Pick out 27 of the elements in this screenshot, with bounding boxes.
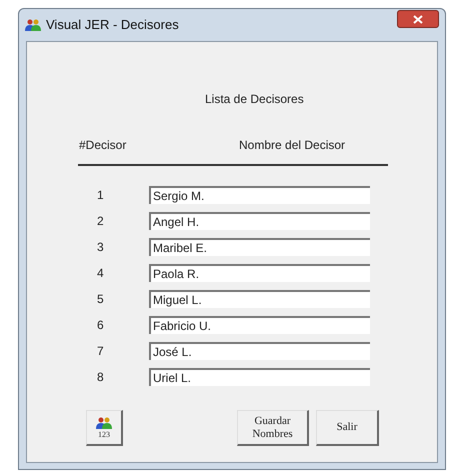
close-button[interactable] [397,10,439,28]
name-field[interactable]: Miguel L. [149,290,370,308]
name-field[interactable]: Sergio M. [149,186,370,204]
name-field[interactable]: Uriel L. [149,368,370,386]
row-number: 4 [96,265,105,282]
people-icon [25,19,41,31]
row-number: 2 [96,213,105,230]
column-header: Nombre del Decisor [238,137,346,154]
people-icon [96,416,112,428]
row-number: 3 [96,239,105,256]
row-number: 1 [96,187,105,204]
window-title: Visual JER - Decisores [46,16,179,34]
list-heading: Lista de Decisores [205,91,304,108]
row-number: 7 [96,343,105,360]
row-number: 5 [96,291,105,308]
column-header: #Decisor [79,137,128,154]
exit-button[interactable]: Salir [316,410,379,446]
icon-button[interactable]: 123 [86,410,123,446]
row-number: 8 [96,369,105,386]
name-field[interactable]: Maribel E. [149,238,370,256]
name-field[interactable]: José L. [149,342,370,360]
name-field[interactable]: Paola R. [149,264,370,282]
row-number: 6 [96,317,105,334]
name-field[interactable]: Angel H. [149,212,370,230]
save-button[interactable]: Guardar Nombres [237,410,309,446]
name-field[interactable]: Fabricio U. [149,316,370,334]
close-icon [413,14,423,24]
